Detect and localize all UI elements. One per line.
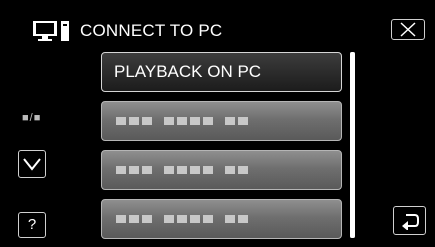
menu-item-playback-on-pc[interactable]: PLAYBACK ON PC bbox=[101, 52, 342, 92]
menu-item-label: PLAYBACK ON PC bbox=[114, 62, 262, 81]
placeholder-text bbox=[116, 117, 248, 125]
menu-item-disabled[interactable] bbox=[101, 199, 342, 239]
close-button[interactable] bbox=[391, 19, 425, 40]
return-icon bbox=[402, 214, 419, 230]
page-title: CONNECT TO PC bbox=[80, 21, 223, 40]
pc-monitor-icon bbox=[32, 18, 72, 44]
chevron-down-icon bbox=[23, 158, 41, 171]
scrollbar-thumb[interactable] bbox=[350, 52, 355, 238]
close-icon bbox=[400, 22, 416, 37]
scrollbar[interactable] bbox=[350, 52, 355, 238]
back-button[interactable] bbox=[393, 206, 426, 235]
menu-item-disabled[interactable] bbox=[101, 150, 342, 190]
placeholder-text bbox=[116, 166, 248, 174]
help-button[interactable]: ? bbox=[18, 212, 46, 238]
placeholder-text bbox=[116, 215, 248, 223]
menu-item-disabled[interactable] bbox=[101, 101, 342, 141]
page-indicator: ■/■ bbox=[22, 112, 42, 124]
scroll-down-button[interactable] bbox=[18, 150, 46, 178]
